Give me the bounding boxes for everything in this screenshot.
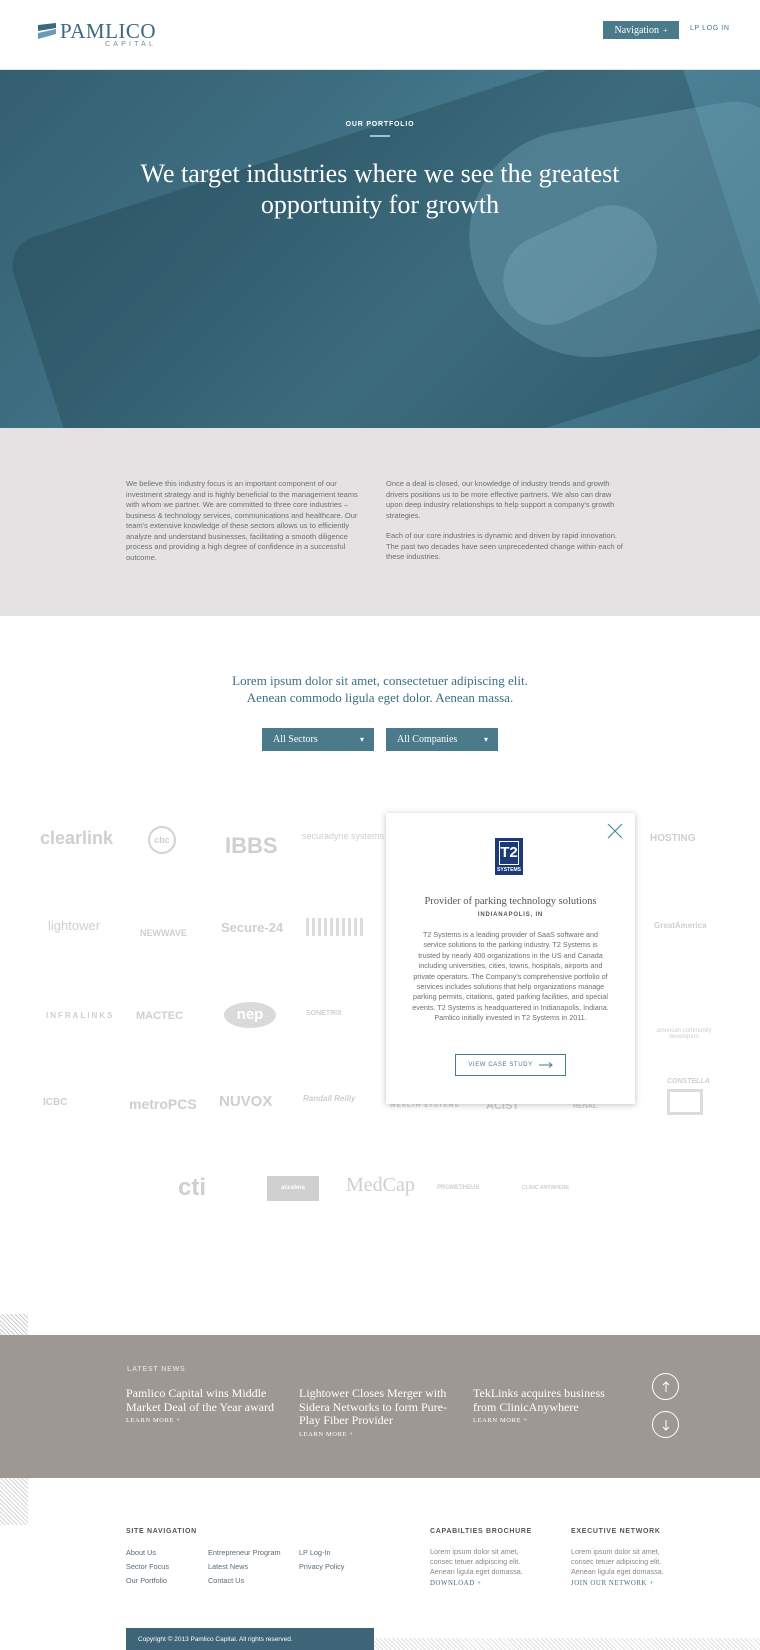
news-item[interactable]: Lightower Closes Merger with Sidera Netw… (299, 1386, 449, 1438)
intro-right-column: Once a deal is closed, our knowledge of … (386, 479, 628, 563)
chevron-down-icon: ▾ (359, 735, 364, 744)
decorative-hatch (0, 1478, 28, 1525)
intro-section: We believe this industry focus is an imp… (0, 428, 760, 616)
footer-link-about-us[interactable]: About Us (126, 1548, 156, 1557)
portfolio-logo-cti[interactable]: cti (178, 1174, 206, 1202)
portfolio-logo-renal[interactable]: RENAL (573, 1103, 597, 1110)
view-case-study-button[interactable]: VIEW CASE STUDY (455, 1054, 566, 1076)
portfolio-logo-ibbs[interactable]: IBBS (225, 833, 278, 859)
flag-logo-icon (38, 23, 56, 39)
portfolio-lead-line: Lorem ipsum dolor sit amet, consectetuer… (232, 673, 528, 688)
portfolio-logo-acc[interactable]: american community developers (652, 1028, 716, 1040)
intro-paragraph: Each of our core industries is dynamic a… (386, 531, 623, 561)
portfolio-lead-line: Aenean commodo ligula eget dolor. Aenean… (246, 690, 514, 705)
news-title[interactable]: Pamlico Capital wins Middle Market Deal … (126, 1386, 276, 1414)
portfolio-logo-nep[interactable]: nep (224, 1002, 276, 1028)
arrow-up-icon (662, 1380, 669, 1392)
view-case-study-label: VIEW CASE STUDY (468, 1062, 533, 1068)
portfolio-logo-mactec[interactable]: MACTEC (136, 1010, 183, 1022)
company-filter-select[interactable]: All Companies ▾ (386, 728, 498, 751)
join-network-link[interactable]: JOIN OUR NETWORK + (571, 1580, 654, 1587)
portfolio-logo-newwave[interactable]: NEWWAVE (140, 928, 187, 938)
portfolio-logo-medcap[interactable]: MedCap (346, 1174, 415, 1197)
portfolio-logo-sonetrix[interactable]: SONETRIX (306, 1010, 342, 1017)
portfolio-logo-hosting[interactable]: HOSTING (650, 833, 696, 844)
t2-logo-mark: T2 (499, 841, 519, 865)
intro-paragraph: Once a deal is closed, our knowledge of … (386, 479, 615, 520)
portfolio-lead: Lorem ipsum dolor sit amet, consectetuer… (0, 672, 760, 706)
popup-description: T2 Systems is a leading provider of SaaS… (412, 930, 609, 1023)
portfolio-logo-lightower[interactable]: lightower (48, 918, 100, 933)
portfolio-logo-greatamerica[interactable]: GreatAmerica (654, 921, 706, 930)
chevron-down-icon: ▾ (483, 735, 488, 744)
close-icon[interactable] (607, 823, 623, 839)
site-header: PAMLICO CAPITAL Navigation + LP LOG IN (0, 0, 760, 70)
news-item[interactable]: Pamlico Capital wins Middle Market Deal … (126, 1386, 276, 1424)
portfolio-logo-infralinks[interactable]: INFRALINKS (46, 1011, 114, 1020)
news-item[interactable]: TekLinks acquires business from ClinicAn… (473, 1386, 623, 1424)
portfolio-logo-securadyne[interactable]: securadyne systems (302, 831, 384, 841)
copyright-text: Copyright © 2013 Pamlico Capital. All ri… (138, 1635, 293, 1643)
t2-systems-logo: T2 SYSTEMS (495, 838, 523, 875)
portfolio-logo-prometheus[interactable]: PROMETHEUS (437, 1185, 479, 1191)
t2-logo-text: SYSTEMS (497, 867, 521, 873)
site-navigation-heading: SITE NAVIGATION (126, 1528, 197, 1535)
executive-network-text: Lorem ipsum dolor sit amet, consec tetue… (571, 1547, 664, 1576)
learn-more-link[interactable]: LEARN MORE + (126, 1417, 276, 1424)
portfolio-logo-metropcs[interactable]: metroPCS (129, 1096, 197, 1112)
hero-kicker: OUR PORTFOLIO (345, 121, 415, 128)
portfolio-logo-accelera[interactable]: accelera (267, 1176, 319, 1201)
brochure-text: Lorem ipsum dolor sit amet, consec tetue… (430, 1547, 523, 1576)
plus-icon: + (662, 25, 668, 35)
company-filter-value: All Companies (397, 734, 458, 745)
portfolio-logo-randall[interactable]: Randall Reilly (303, 1094, 355, 1103)
footer-link-lp-login[interactable]: LP Log-In (299, 1548, 331, 1557)
hero-divider (370, 135, 390, 137)
sector-filter-select[interactable]: All Sectors ▾ (262, 728, 374, 751)
navigation-button[interactable]: Navigation + (603, 21, 679, 39)
sector-filter-value: All Sectors (273, 734, 318, 745)
executive-network-heading: EXECUTIVE NETWORK (571, 1528, 661, 1535)
brochure-heading: CAPABILTIES BROCHURE (430, 1528, 533, 1535)
constella-mark-icon (667, 1089, 703, 1115)
navigation-label: Navigation (614, 24, 659, 36)
logo-name: PAMLICO (60, 19, 157, 43)
footer-link-privacy-policy[interactable]: Privacy Policy (299, 1562, 344, 1571)
company-detail-popup: T2 SYSTEMS Provider of parking technolog… (386, 813, 635, 1104)
intro-left-column: We believe this industry focus is an imp… (126, 479, 368, 563)
learn-more-link[interactable]: LEARN MORE + (473, 1417, 623, 1424)
footer-link-entrepreneur-program[interactable]: Entrepreneur Program (208, 1548, 281, 1557)
hero-title: We target industries where we see the gr… (140, 159, 620, 219)
footer-link-contact-us[interactable]: Contact Us (208, 1576, 244, 1585)
portfolio-logo-secure24[interactable]: Secure-24 (221, 920, 283, 935)
footer-link-sector-focus[interactable]: Sector Focus (126, 1562, 169, 1571)
portfolio-logo-stripes[interactable] (306, 918, 366, 936)
lp-login-link[interactable]: LP LOG IN (690, 25, 730, 32)
arrow-right-icon (538, 1062, 553, 1068)
footer-link-our-portfolio[interactable]: Our Portfolio (126, 1576, 167, 1585)
news-previous-button[interactable] (652, 1373, 679, 1400)
portfolio-logo-constella[interactable]: CONSTELLA (667, 1078, 710, 1085)
learn-more-link[interactable]: LEARN MORE + (299, 1431, 449, 1438)
news-title[interactable]: TekLinks acquires business from ClinicAn… (473, 1386, 623, 1414)
pamlico-logo[interactable]: PAMLICO CAPITAL (38, 20, 156, 48)
popup-location: INDIANAPOLIS, IN (477, 912, 544, 918)
intro-paragraph: We believe this industry focus is an imp… (126, 479, 358, 562)
news-next-button[interactable] (652, 1411, 679, 1438)
popup-title: Provider of parking technology solutions (424, 896, 597, 907)
news-kicker: LATEST NEWS (127, 1366, 186, 1373)
copyright-bar: Copyright © 2013 Pamlico Capital. All ri… (126, 1628, 374, 1650)
arrow-down-icon (662, 1419, 669, 1431)
portfolio-logo-clearlink[interactable]: clearlink (40, 828, 113, 849)
portfolio-logo-icbc[interactable]: ICBC (43, 1097, 67, 1108)
news-title[interactable]: Lightower Closes Merger with Sidera Netw… (299, 1386, 449, 1428)
footer-link-latest-news[interactable]: Latest News (208, 1562, 248, 1571)
decorative-hatch (374, 1638, 760, 1650)
portfolio-logo-clinic[interactable]: CLINIC ANYWHERE (522, 1185, 569, 1191)
portfolio-logo-cbc[interactable]: cbc (148, 826, 176, 854)
portfolio-logo-nuvox[interactable]: NUVOX (219, 1093, 272, 1110)
download-link[interactable]: DOWNLOAD + (430, 1580, 482, 1587)
